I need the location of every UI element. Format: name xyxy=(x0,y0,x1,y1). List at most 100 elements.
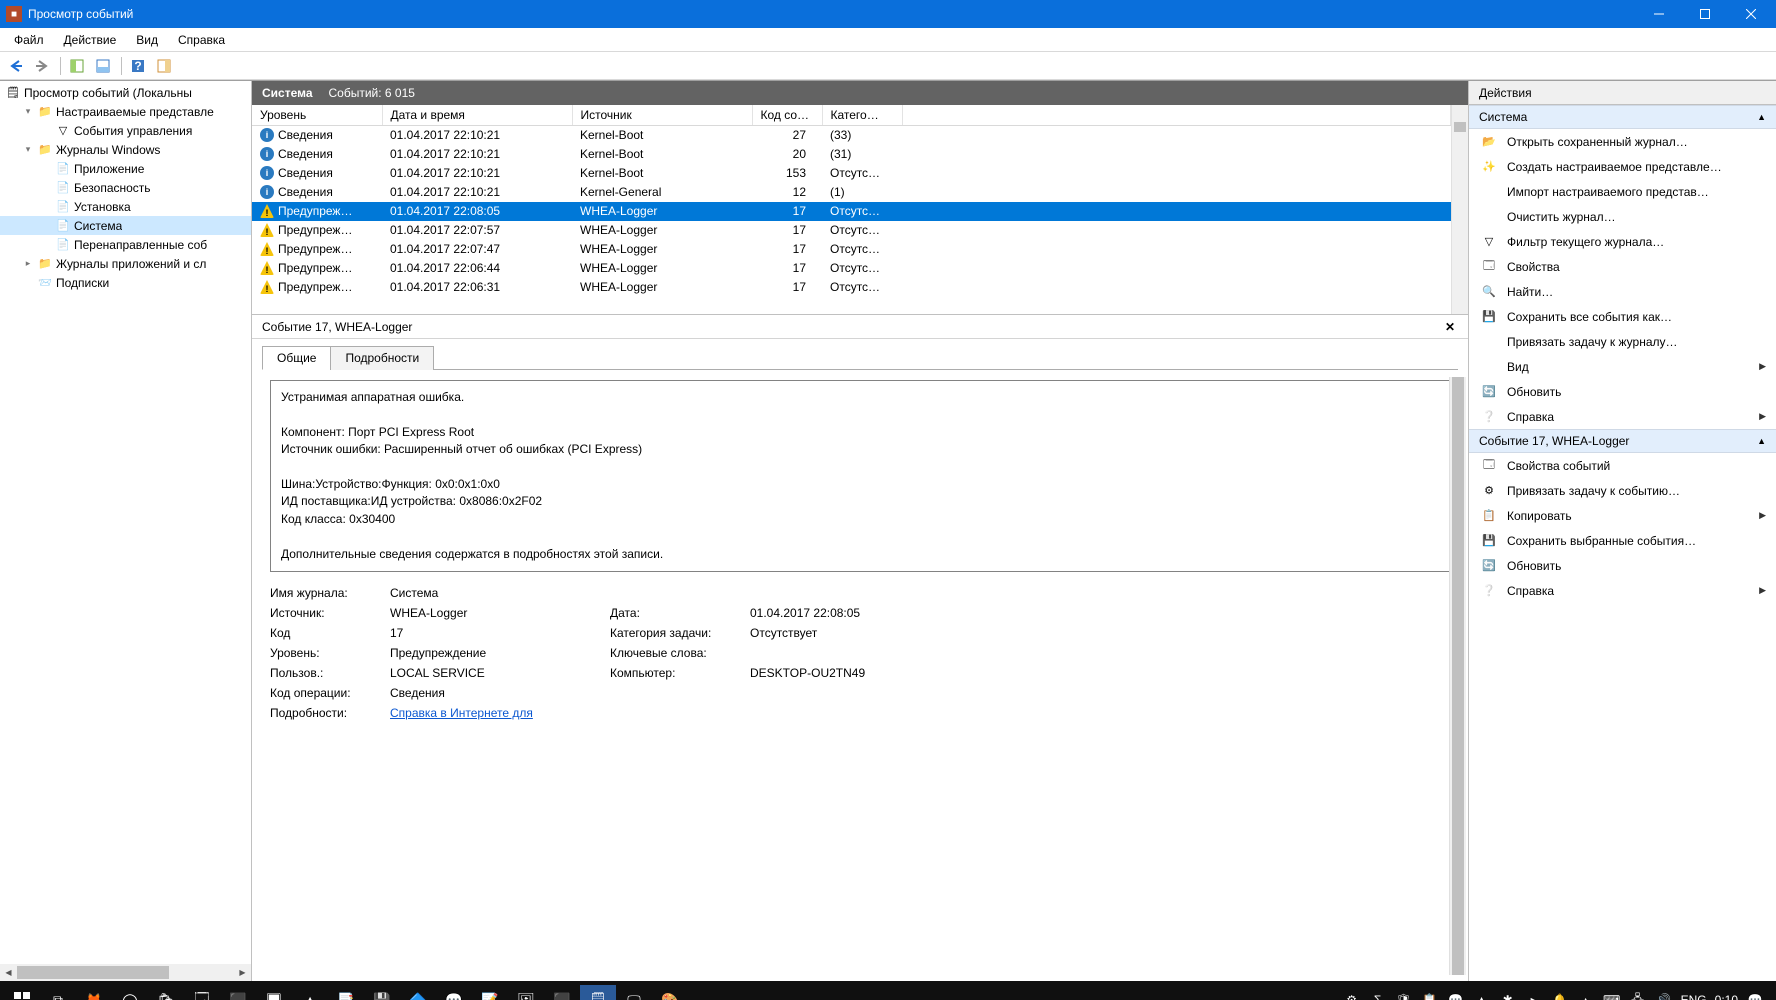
column-header[interactable]: Дата и время xyxy=(382,105,572,126)
taskbar-app6[interactable]: 💾 xyxy=(364,985,400,1000)
tray-icon[interactable]: ▸ xyxy=(1525,993,1543,1000)
forward-button[interactable] xyxy=(30,55,54,77)
action-item[interactable]: 📋Копировать▶ xyxy=(1469,503,1776,528)
taskbar-app8[interactable]: 💬 xyxy=(436,985,472,1000)
taskbar-store[interactable]: 🛍 xyxy=(148,985,184,1000)
action-item[interactable]: 🗔Свойства xyxy=(1469,254,1776,279)
detail-vertical-scrollbar[interactable] xyxy=(1449,377,1466,975)
taskbar-eventviewer[interactable]: 🗒 xyxy=(580,985,616,1000)
action-item[interactable]: ❔Справка▶ xyxy=(1469,578,1776,603)
taskbar-firefox[interactable]: 🦊 xyxy=(76,985,112,1000)
taskbar-app5[interactable]: 📑 xyxy=(328,985,364,1000)
taskbar-app3[interactable]: 🖥 xyxy=(256,985,292,1000)
start-button[interactable] xyxy=(4,985,40,1000)
maximize-button[interactable] xyxy=(1682,0,1728,28)
event-row[interactable]: !Предупреж…01.04.2017 22:06:44WHEA-Logge… xyxy=(252,259,1451,278)
action-item[interactable]: 📂Открыть сохраненный журнал… xyxy=(1469,129,1776,154)
panel-button-1[interactable] xyxy=(91,55,115,77)
tab-general[interactable]: Общие xyxy=(262,346,331,370)
taskbar-app4[interactable]: ▲ xyxy=(292,985,328,1000)
column-header[interactable]: Источник xyxy=(572,105,752,126)
show-hide-tree-button[interactable] xyxy=(65,55,89,77)
menu-справка[interactable]: Справка xyxy=(168,30,235,50)
action-item[interactable]: ▽Фильтр текущего журнала… xyxy=(1469,229,1776,254)
event-row[interactable]: !Предупреж…01.04.2017 22:07:57WHEA-Logge… xyxy=(252,221,1451,240)
event-row[interactable]: !Предупреж…01.04.2017 22:07:47WHEA-Logge… xyxy=(252,240,1451,259)
event-row[interactable]: iСведения01.04.2017 22:10:21Kernel-Boot2… xyxy=(252,126,1451,145)
action-item[interactable]: ✨Создать настраиваемое представле… xyxy=(1469,154,1776,179)
tray-icon[interactable]: Σ xyxy=(1369,993,1387,1000)
expand-icon[interactable]: ▸ xyxy=(22,258,34,269)
tree-node[interactable]: ▸📁Журналы приложений и сл xyxy=(0,254,251,273)
detail-close-button[interactable]: ✕ xyxy=(1442,319,1458,335)
tree-horizontal-scrollbar[interactable]: ◀ ▶ xyxy=(0,964,251,981)
menu-вид[interactable]: Вид xyxy=(126,30,168,50)
collapse-icon[interactable]: ▲ xyxy=(1757,436,1766,446)
tray-icon[interactable]: ⚙ xyxy=(1343,993,1361,1000)
menu-файл[interactable]: Файл xyxy=(4,30,54,50)
tab-details[interactable]: Подробности xyxy=(330,346,434,370)
event-row[interactable]: iСведения01.04.2017 22:10:21Kernel-Gener… xyxy=(252,183,1451,202)
details-help-link[interactable]: Справка в Интернете для xyxy=(390,706,533,720)
action-item[interactable]: 🔍Найти… xyxy=(1469,279,1776,304)
tree-root[interactable]: 🗒 Просмотр событий (Локальны xyxy=(0,83,251,102)
column-header[interactable]: Уровень xyxy=(252,105,382,126)
task-view-button[interactable]: ⧉ xyxy=(40,985,76,1000)
tree-node[interactable]: 📄Безопасность xyxy=(0,178,251,197)
scroll-right-button[interactable]: ▶ xyxy=(234,964,251,981)
taskbar-app12[interactable]: 🖵 xyxy=(616,985,652,1000)
taskbar-app7[interactable]: 🔷 xyxy=(400,985,436,1000)
taskbar-app10[interactable]: 🖼 xyxy=(508,985,544,1000)
event-row[interactable]: iСведения01.04.2017 22:10:21Kernel-Boot2… xyxy=(252,145,1451,164)
action-item[interactable]: Импорт настраиваемого представ… xyxy=(1469,179,1776,204)
taskbar-app13[interactable]: 🎨 xyxy=(652,985,688,1000)
tray-volume-icon[interactable]: 🔊 xyxy=(1655,993,1673,1000)
expand-icon[interactable]: ▾ xyxy=(22,106,34,117)
back-button[interactable] xyxy=(4,55,28,77)
event-grid[interactable]: УровеньДата и времяИсточникКод со…Катего… xyxy=(252,105,1451,314)
expand-icon[interactable]: ▾ xyxy=(22,144,34,155)
tray-icon[interactable]: 🔔 xyxy=(1551,993,1569,1000)
tray-clock[interactable]: 0:10 xyxy=(1715,993,1738,1000)
event-row[interactable]: !Предупреж…01.04.2017 22:06:31WHEA-Logge… xyxy=(252,278,1451,297)
tray-language[interactable]: ENG xyxy=(1681,993,1707,1000)
taskbar-app2[interactable]: ⬛ xyxy=(220,985,256,1000)
taskbar-edge[interactable]: ◯ xyxy=(112,985,148,1000)
taskbar-app11[interactable]: ⬛ xyxy=(544,985,580,1000)
event-row[interactable]: !Предупреж…01.04.2017 22:08:05WHEA-Logge… xyxy=(252,202,1451,221)
column-header[interactable]: Катего… xyxy=(822,105,902,126)
tray-icon[interactable]: ✱ xyxy=(1499,993,1517,1000)
tree-node[interactable]: ▾📁Журналы Windows xyxy=(0,140,251,159)
tray-network-icon[interactable]: 🖧 xyxy=(1629,990,1647,1000)
event-row[interactable]: iСведения01.04.2017 22:10:21Kernel-Boot1… xyxy=(252,164,1451,183)
action-item[interactable]: ❔Справка▶ xyxy=(1469,404,1776,429)
scroll-left-button[interactable]: ◀ xyxy=(0,964,17,981)
action-item[interactable]: ⚙Привязать задачу к событию… xyxy=(1469,478,1776,503)
tree-node[interactable]: ▾📁Настраиваемые представле xyxy=(0,102,251,121)
action-item[interactable]: 💾Сохранить все события как… xyxy=(1469,304,1776,329)
tray-icon[interactable]: 📋 xyxy=(1421,993,1439,1000)
help-button[interactable]: ? xyxy=(126,55,150,77)
tree-node[interactable]: 📄Перенаправленные соб xyxy=(0,235,251,254)
tray-icon[interactable]: ▲ xyxy=(1473,993,1491,1000)
tray-notifications-icon[interactable]: 💬 xyxy=(1746,993,1764,1000)
action-item[interactable]: 💾Сохранить выбранные события… xyxy=(1469,528,1776,553)
tray-icon[interactable]: ▴ xyxy=(1577,993,1595,1000)
taskbar-app9[interactable]: 📝 xyxy=(472,985,508,1000)
action-item[interactable]: 🔄Обновить xyxy=(1469,379,1776,404)
action-item[interactable]: Вид▶ xyxy=(1469,354,1776,379)
action-item[interactable]: 🔄Обновить xyxy=(1469,553,1776,578)
tree-node[interactable]: 📨Подписки xyxy=(0,273,251,292)
menu-действие[interactable]: Действие xyxy=(54,30,127,50)
collapse-icon[interactable]: ▲ xyxy=(1757,112,1766,122)
grid-vertical-scrollbar[interactable] xyxy=(1451,105,1468,314)
minimize-button[interactable] xyxy=(1636,0,1682,28)
tree-node[interactable]: 📄Система xyxy=(0,216,251,235)
tree-node[interactable]: 📄Установка xyxy=(0,197,251,216)
actions-group-header[interactable]: Событие 17, WHEA-Logger▲ xyxy=(1469,429,1776,453)
tray-icon[interactable]: 🛡 xyxy=(1395,993,1413,1000)
tray-icon[interactable]: 💬 xyxy=(1447,993,1465,1000)
tray-icon[interactable]: ⌨ xyxy=(1603,993,1621,1000)
tree-node[interactable]: ▽События управления xyxy=(0,121,251,140)
close-button[interactable] xyxy=(1728,0,1774,28)
